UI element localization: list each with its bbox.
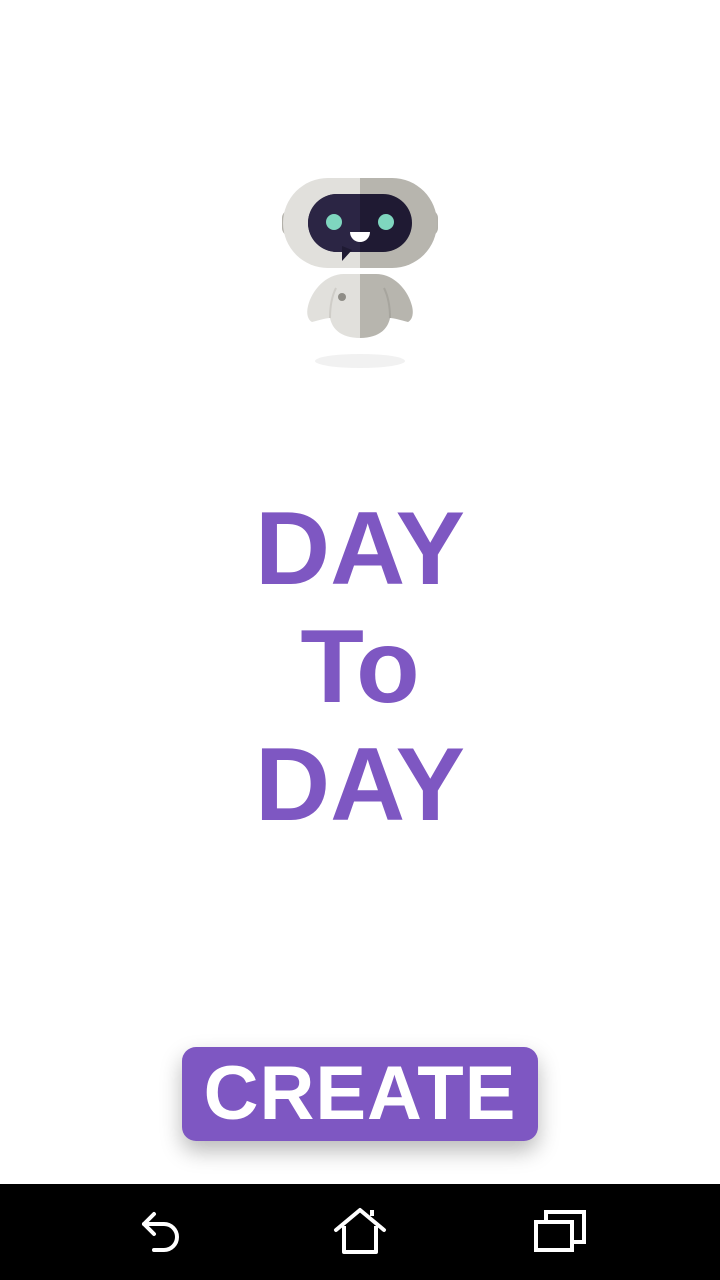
app-title: DAY To DAY [0,490,720,844]
app-screen: DAY To DAY CREATE [0,0,720,1280]
home-button[interactable] [330,1202,390,1262]
title-line-2: To [300,609,420,725]
recents-button[interactable] [530,1202,590,1262]
title-line-1: DAY [254,491,466,607]
back-button[interactable] [130,1202,190,1262]
back-icon [142,1212,179,1252]
robot-icon [270,168,450,378]
home-icon [334,1208,386,1254]
title-line-3: DAY [254,727,466,843]
create-button[interactable]: CREATE [182,1047,538,1141]
recents-icon [534,1210,586,1252]
navigation-bar [0,1184,720,1280]
